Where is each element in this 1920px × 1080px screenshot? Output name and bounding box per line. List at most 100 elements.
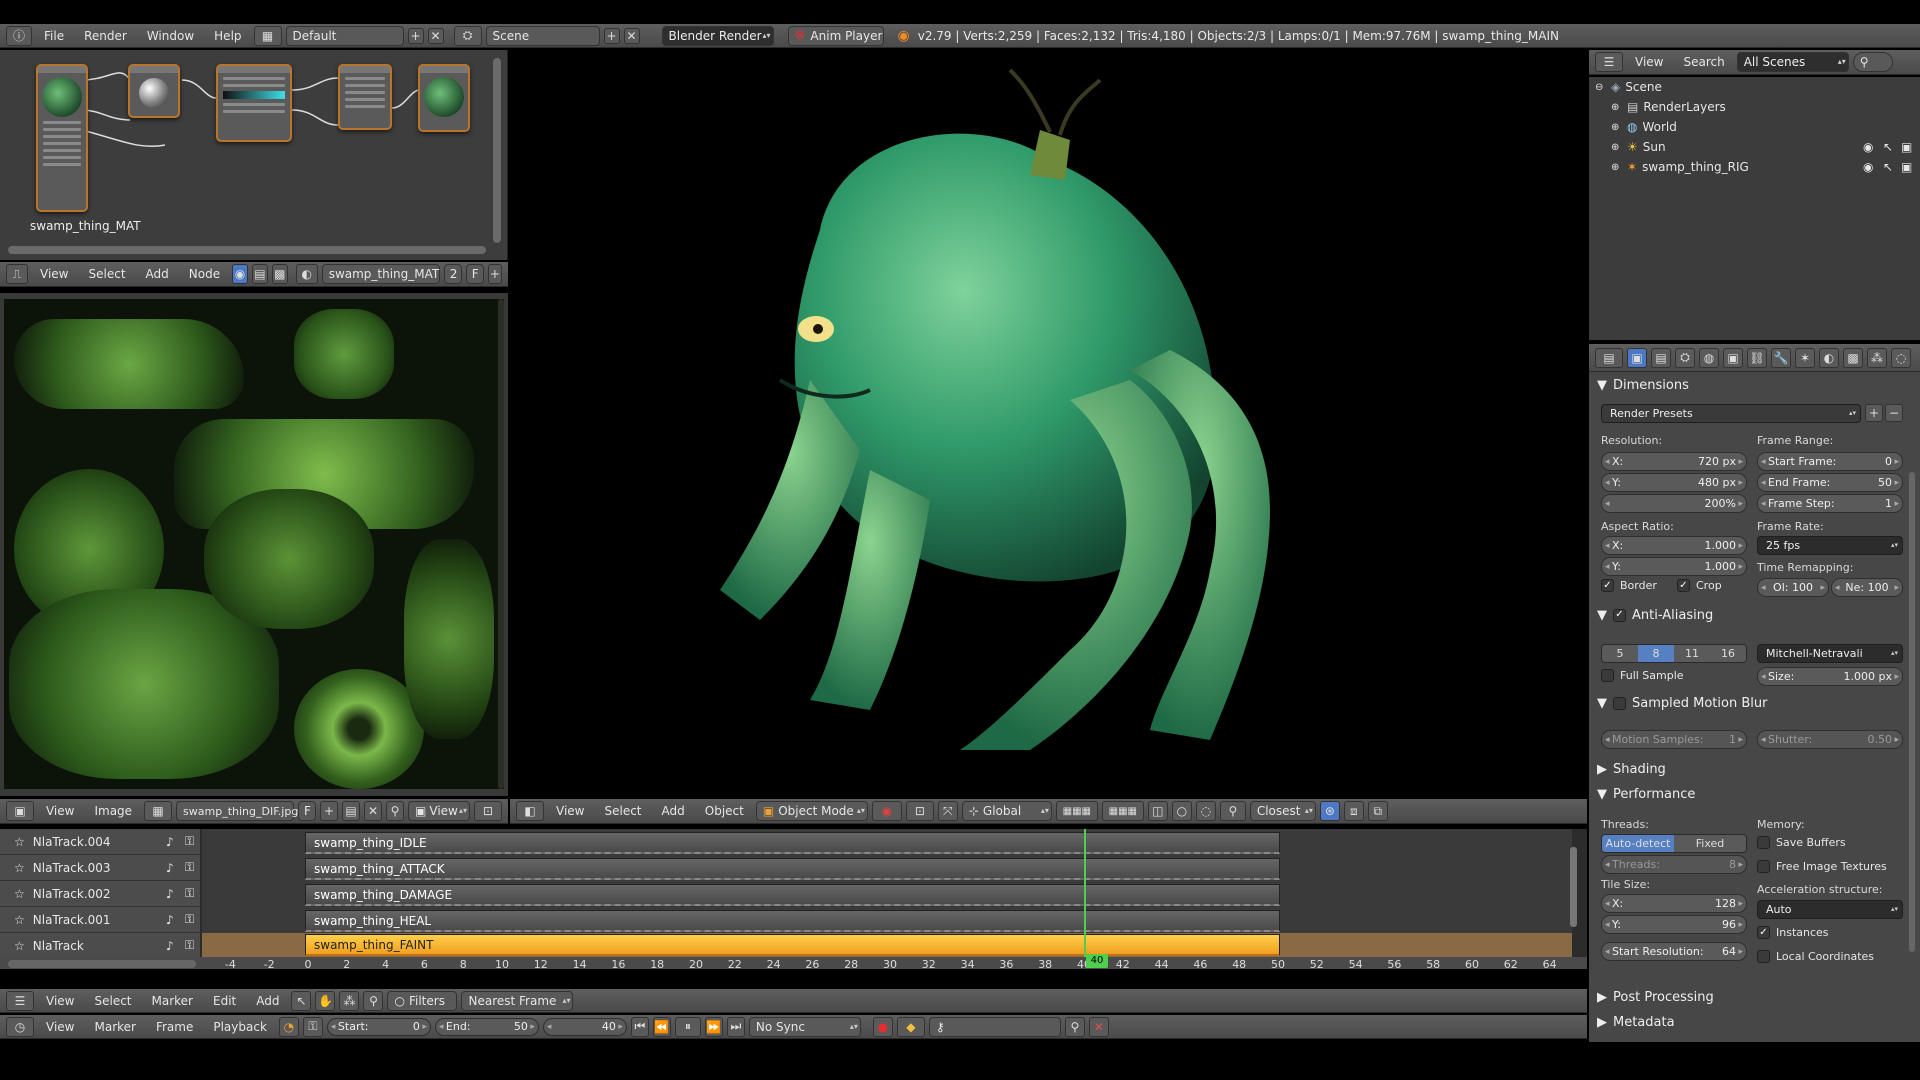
timeline-end-field[interactable]: End:50: [434, 1017, 539, 1036]
world-tab-icon[interactable]: ◍: [1699, 347, 1719, 368]
mute-speaker-icon[interactable]: ♪: [166, 835, 174, 849]
include-hidden-icon[interactable]: ✋: [315, 990, 336, 1011]
constraints-tab-icon[interactable]: ⛓: [1747, 347, 1767, 368]
node-menu-node[interactable]: Node: [181, 267, 228, 281]
material-users-count[interactable]: 2: [443, 264, 462, 284]
opengl-anim-icon[interactable]: ⧉: [1367, 801, 1388, 821]
tile-y-field[interactable]: Y:96: [1601, 915, 1747, 934]
current-frame-field[interactable]: 40: [542, 1017, 627, 1036]
menu-render[interactable]: Render: [76, 29, 135, 43]
keying-set-icon[interactable]: ◆: [896, 1016, 925, 1037]
pivot-point-icon[interactable]: ⊡: [905, 801, 934, 821]
jump-start-icon[interactable]: ⏮: [630, 1016, 649, 1037]
material-fake-user[interactable]: F: [465, 264, 484, 284]
dimensions-panel-header[interactable]: ▼ Dimensions: [1597, 374, 1907, 396]
node-vscrollbar[interactable]: [493, 58, 501, 243]
keying-set-field[interactable]: ⚷: [928, 1016, 1061, 1037]
visibility-eye-icon[interactable]: ◉: [1863, 140, 1873, 154]
local-coordinates-checkbox[interactable]: Local Coordinates: [1757, 950, 1874, 963]
mute-speaker-icon[interactable]: ♪: [166, 861, 174, 875]
tile-x-field[interactable]: X:128: [1601, 894, 1747, 913]
screen-layout-field[interactable]: Default: [285, 25, 404, 46]
proportional-edit-icon[interactable]: ◌: [1195, 801, 1216, 821]
remap-new-field[interactable]: Ne: 100: [1831, 578, 1903, 597]
snap-element-select[interactable]: Closest: [1249, 801, 1316, 821]
image-menu-view[interactable]: View: [38, 804, 82, 818]
viewport-shading-icon[interactable]: ◉: [871, 801, 902, 821]
metadata-panel-header[interactable]: ▶ Metadata: [1597, 1011, 1907, 1033]
search-filter-icon[interactable]: ⚲: [363, 990, 384, 1011]
texture-tab-icon[interactable]: ▩: [1843, 347, 1863, 368]
outliner-display-mode-select[interactable]: All Scenes: [1736, 52, 1849, 72]
snap-toggle-icon[interactable]: ⚲: [1219, 801, 1246, 821]
nla-strip-attack[interactable]: swamp_thing_ATTACK: [305, 858, 1280, 880]
nla-menu-marker[interactable]: Marker: [144, 994, 201, 1008]
image-vscrollbar[interactable]: [498, 299, 504, 789]
node-menu-view[interactable]: View: [32, 267, 76, 281]
remove-scene-icon[interactable]: ✕: [623, 27, 640, 44]
material-name-field[interactable]: swamp_thing_MAT: [321, 264, 440, 284]
jump-prev-key-icon[interactable]: ⏪: [652, 1016, 671, 1037]
full-sample-checkbox[interactable]: Full Sample: [1601, 669, 1684, 682]
compositing-nodes-icon[interactable]: ▤: [251, 264, 268, 284]
node-editor[interactable]: swamp_thing_MAT: [0, 50, 508, 260]
3d-viewport[interactable]: [510, 50, 1587, 797]
solo-star-icon[interactable]: ☆: [14, 835, 25, 849]
threads-fixed[interactable]: Fixed: [1674, 835, 1746, 852]
threads-count-field[interactable]: Threads:8: [1601, 855, 1747, 874]
shutter-field[interactable]: Shutter:0.50: [1757, 730, 1903, 749]
snap-target-icon[interactable]: ⊛: [1319, 801, 1340, 821]
data-tab-icon[interactable]: ✶: [1795, 347, 1815, 368]
shading-panel-header[interactable]: ▶ Shading: [1597, 758, 1907, 780]
mute-speaker-icon[interactable]: ♪: [166, 887, 174, 901]
viewport-menu-object[interactable]: Object: [697, 804, 752, 818]
nla-track-004[interactable]: ☆ NlaTrack.004 ♪ ⚿: [0, 829, 200, 855]
shader-nodes-icon[interactable]: ◉: [232, 264, 248, 284]
performance-panel-header[interactable]: ▼ Performance: [1597, 783, 1907, 805]
texture-nodes-icon[interactable]: ▩: [271, 264, 288, 284]
render-tab-icon[interactable]: ▣: [1627, 347, 1647, 368]
nla-menu-edit[interactable]: Edit: [205, 994, 244, 1008]
physics-tab-icon[interactable]: ◌: [1891, 347, 1911, 368]
scene-icon[interactable]: ⛭: [453, 25, 482, 46]
outliner-item-scene[interactable]: ⊖ ◈ Scene: [1589, 77, 1920, 97]
insert-keyframe-icon[interactable]: ⚲: [1064, 1016, 1085, 1037]
solo-star-icon[interactable]: ☆: [14, 913, 25, 927]
aa-sample-8[interactable]: 8: [1638, 645, 1674, 662]
frame-step-field[interactable]: Frame Step:1: [1757, 494, 1903, 513]
resolution-x-field[interactable]: X:720 px: [1601, 452, 1747, 471]
outliner-item-swamp-thing-rig[interactable]: ⊕ ✶ swamp_thing_RIG ◉ ↖ ▣: [1589, 157, 1920, 177]
editor-type-3d-icon[interactable]: ◧: [516, 801, 544, 821]
nla-strip-damage[interactable]: swamp_thing_DAMAGE: [305, 884, 1280, 906]
particles-tab-icon[interactable]: ⁂: [1867, 347, 1887, 368]
material-browse-icon[interactable]: ◐: [295, 264, 318, 284]
nla-track-001[interactable]: ☆ NlaTrack.001 ♪ ⚿: [0, 907, 200, 933]
lock-range-icon[interactable]: ⚿: [302, 1016, 323, 1037]
lock-icon[interactable]: ⚿: [185, 938, 194, 953]
antialiasing-panel-header[interactable]: ▼ ✓ Anti-Aliasing: [1597, 604, 1907, 626]
expand-icon[interactable]: ⊕: [1611, 102, 1627, 113]
include-missing-icon[interactable]: ⁂: [339, 990, 360, 1011]
layers-grid-1-icon[interactable]: ▦▦▦: [1055, 801, 1098, 821]
anim-player-button[interactable]: ⊗ Anim Player: [787, 25, 884, 46]
border-checkbox[interactable]: ✓ Border: [1601, 579, 1657, 592]
material-tab-icon[interactable]: ◐: [1819, 347, 1839, 368]
nla-strip-faint[interactable]: swamp_thing_FAINT: [305, 934, 1280, 956]
pin-image-icon[interactable]: ⚲: [386, 801, 405, 821]
render-engine-select[interactable]: Blender Render: [661, 25, 774, 46]
open-image-icon[interactable]: ▤: [342, 801, 361, 821]
aa-sample-16[interactable]: 16: [1710, 645, 1746, 662]
include-selected-icon[interactable]: ↖: [291, 990, 312, 1011]
outliner-search-input[interactable]: ⚲: [1852, 52, 1893, 72]
pause-icon[interactable]: ⏸: [674, 1016, 701, 1037]
timeline-menu-frame[interactable]: Frame: [148, 1020, 201, 1034]
object-mode-select[interactable]: ▣ Object Mode: [755, 801, 868, 821]
aa-size-field[interactable]: Size:1.000 px: [1757, 667, 1903, 686]
unlink-image-icon[interactable]: ✕: [364, 801, 383, 821]
solo-star-icon[interactable]: ☆: [14, 887, 25, 901]
editor-type-timeline-icon[interactable]: ◷: [6, 1016, 34, 1037]
editor-type-image-icon[interactable]: ▣: [6, 801, 34, 821]
image-view-mode-select[interactable]: ▣ View: [408, 801, 471, 821]
nla-track-base[interactable]: ☆ NlaTrack ♪ ⚿: [0, 933, 200, 959]
threads-auto-detect[interactable]: Auto-detect: [1602, 835, 1674, 852]
